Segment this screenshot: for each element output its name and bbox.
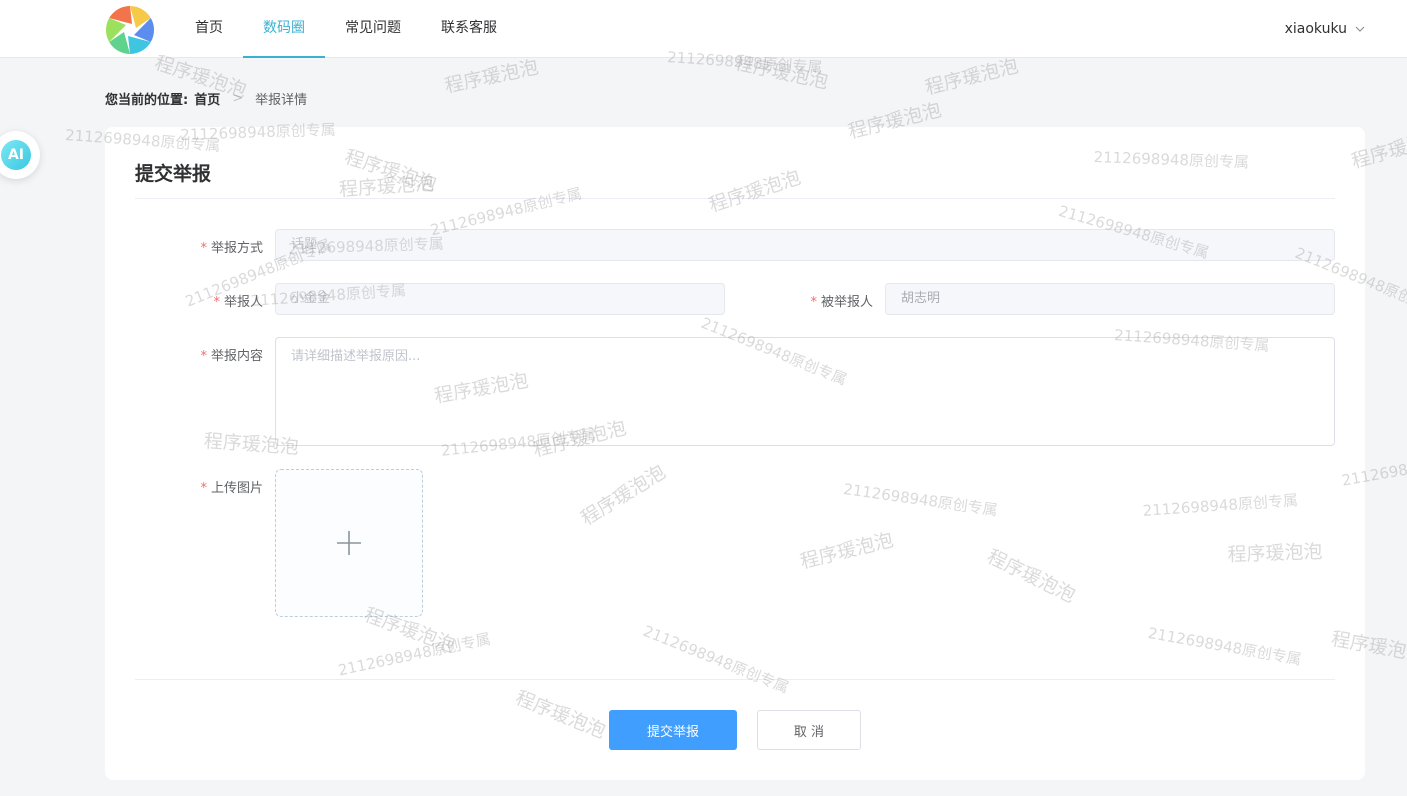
breadcrumb: 您当前的位置: 首页 > 举报详情 [105, 89, 307, 108]
actions-divider [135, 679, 1335, 680]
top-header: 首页 数码圈 常见问题 联系客服 xiaokuku [0, 0, 1407, 58]
submit-report-button[interactable]: 提交举报 [609, 710, 737, 750]
report-form-card: 提交举报 * 举报方式 话题 * 举报人 小金金 * 被举报人 胡志明 * 举报内容 请… [105, 127, 1365, 780]
report-content-label: * 举报内容 [200, 349, 263, 364]
breadcrumb-label: 您当前的位置: [105, 93, 189, 108]
breadcrumb-home-link[interactable]: 首页 [194, 89, 220, 108]
upload-image-label: * 上传图片 [200, 481, 263, 496]
report-method-field[interactable]: 话题 [275, 229, 1335, 261]
reported-user-label: * 被举报人 [810, 295, 873, 310]
nav-item-contact[interactable]: 联系客服 [421, 0, 517, 58]
username: xiaokuku [1284, 21, 1347, 37]
page-title: 提交举报 [135, 163, 212, 185]
aperture-logo-icon[interactable] [104, 4, 156, 56]
required-mark: * [213, 295, 220, 310]
title-divider [135, 198, 1335, 199]
ai-icon: AI [1, 140, 31, 170]
reporter-field[interactable]: 小金金 [275, 283, 725, 315]
watermark-text: 程序瑗泡泡 [922, 54, 1021, 100]
chevron-down-icon [1355, 26, 1365, 32]
cancel-button[interactable]: 取 消 [757, 710, 861, 750]
nav-item-faq[interactable]: 常见问题 [325, 0, 421, 58]
nav-item-home[interactable]: 首页 [175, 0, 243, 58]
ai-assistant-button[interactable]: AI [0, 131, 40, 179]
reporter-label: * 举报人 [213, 295, 263, 310]
reported-user-field[interactable]: 胡志明 [885, 283, 1335, 315]
required-mark: * [200, 241, 207, 256]
report-method-label: * 举报方式 [200, 241, 263, 256]
plus-icon [337, 531, 361, 555]
watermark-text: 程序瑗泡泡 [442, 56, 541, 98]
upload-image-button[interactable] [275, 469, 423, 617]
required-mark: * [810, 295, 817, 310]
nav-item-digital-circle[interactable]: 数码圈 [243, 0, 325, 58]
user-menu[interactable]: xiaokuku [1285, 0, 1365, 58]
breadcrumb-separator-icon: > [232, 91, 244, 106]
breadcrumb-current: 举报详情 [255, 93, 308, 108]
required-mark: * [200, 481, 207, 496]
required-mark: * [200, 349, 207, 364]
main-nav: 首页 数码圈 常见问题 联系客服 [175, 0, 517, 58]
report-content-textarea[interactable]: 请详细描述举报原因... [275, 337, 1335, 446]
